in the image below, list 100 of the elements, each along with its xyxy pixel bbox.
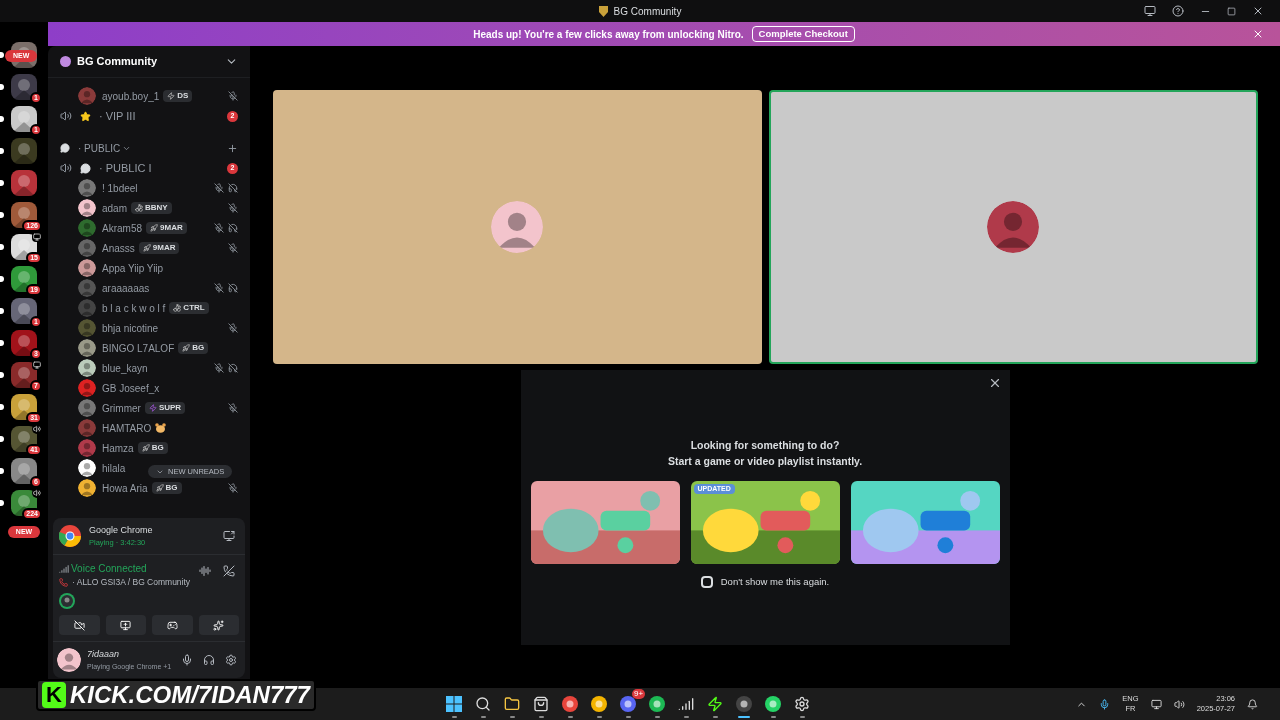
server-icon bbox=[60, 56, 71, 67]
folder-icon[interactable] bbox=[504, 696, 521, 712]
role-tag: CTRL bbox=[169, 302, 209, 314]
video-tile[interactable] bbox=[768, 90, 1258, 364]
member-name[interactable]: b l a c k w o l f bbox=[102, 300, 166, 316]
member-name[interactable]: blue_kayn bbox=[102, 360, 148, 376]
screen-share-icon bbox=[120, 619, 132, 631]
popup-subheading: Start a game or video playlist instantly. bbox=[667, 453, 863, 469]
phone-icon bbox=[59, 578, 68, 588]
app-icon[interactable] bbox=[591, 696, 608, 712]
member-name[interactable]: HAMTARO bbox=[102, 420, 152, 436]
video-tile[interactable] bbox=[272, 90, 762, 364]
sparkles-icon bbox=[213, 619, 225, 631]
member-name[interactable]: Akram58 bbox=[102, 220, 142, 236]
camera-button[interactable] bbox=[59, 615, 100, 635]
member-name[interactable]: hilala bbox=[102, 460, 126, 476]
rocket-icon bbox=[150, 224, 158, 232]
camera-off-icon bbox=[73, 619, 85, 631]
shield-icon bbox=[598, 5, 608, 17]
role-tag: BBNY bbox=[131, 202, 172, 214]
rocket-icon bbox=[142, 244, 151, 252]
member-name[interactable]: ! 1bdeel bbox=[102, 180, 138, 196]
cherry-icon bbox=[173, 304, 182, 312]
speaker-icon bbox=[60, 162, 72, 174]
rocket-icon bbox=[155, 484, 164, 492]
network-icon[interactable] bbox=[1150, 698, 1162, 710]
role-tag: BG bbox=[137, 442, 168, 454]
volume-icon[interactable] bbox=[1173, 698, 1185, 710]
overlay-text: KICK.COM/7IDAN777 bbox=[69, 682, 310, 708]
category-name[interactable]: · PUBLIC bbox=[78, 140, 121, 156]
notification-badge: 9+ bbox=[632, 689, 646, 699]
bolt-icon[interactable] bbox=[707, 696, 724, 712]
windows-icon[interactable] bbox=[446, 696, 463, 712]
role-tag: BG bbox=[151, 482, 182, 494]
member-name[interactable]: Howa Aria bbox=[102, 480, 148, 496]
kick-logo: K bbox=[42, 682, 66, 708]
rocket-icon bbox=[141, 444, 150, 452]
member-name[interactable]: bhja nicotine bbox=[102, 320, 159, 336]
checkbox[interactable] bbox=[700, 575, 713, 588]
cherry-icon bbox=[135, 204, 143, 212]
mic-icon[interactable] bbox=[1099, 698, 1111, 710]
screen-share-button[interactable] bbox=[105, 615, 146, 635]
role-tag: SUPR bbox=[144, 402, 186, 414]
signal-icon bbox=[59, 563, 69, 574]
app-icon[interactable] bbox=[736, 696, 753, 712]
hamster-icon bbox=[155, 423, 167, 433]
member-name[interactable]: ayoub.boy_1 bbox=[102, 88, 160, 104]
role-tag: BG bbox=[178, 342, 209, 354]
voice-status: Voice Connected bbox=[71, 562, 147, 577]
app-icon[interactable] bbox=[765, 696, 782, 712]
rocket-icon bbox=[182, 344, 191, 352]
role-tag: DS bbox=[163, 90, 193, 102]
bolt-icon bbox=[167, 92, 176, 100]
member-name[interactable]: adam bbox=[102, 200, 127, 216]
soundboard-button[interactable] bbox=[198, 615, 239, 635]
username: 7idaaan bbox=[87, 648, 121, 661]
channel-name[interactable]: · VIP III bbox=[99, 107, 136, 125]
checkbox-label: Don't show me this again. bbox=[720, 574, 830, 589]
screen-share-icon[interactable] bbox=[223, 529, 235, 542]
disconnect-icon[interactable] bbox=[223, 565, 235, 578]
role-tag: 9MAR bbox=[146, 222, 187, 234]
help-icon[interactable] bbox=[1172, 5, 1184, 17]
close-icon[interactable] bbox=[1252, 5, 1264, 17]
noise-icon[interactable] bbox=[199, 565, 211, 578]
store-icon[interactable] bbox=[533, 696, 550, 712]
app-icon[interactable] bbox=[562, 696, 579, 712]
app-icon[interactable] bbox=[649, 696, 666, 712]
gamepad-icon bbox=[166, 619, 178, 631]
window-title: BG Community bbox=[613, 4, 682, 19]
member-name[interactable]: Hamza bbox=[102, 440, 134, 456]
star-icon bbox=[80, 110, 91, 122]
channel-name[interactable]: · PUBLIC I bbox=[99, 159, 152, 177]
settings-icon[interactable] bbox=[225, 654, 237, 666]
app-icon[interactable] bbox=[620, 696, 637, 712]
close-icon[interactable] bbox=[1252, 28, 1264, 40]
add-icon[interactable] bbox=[227, 142, 238, 154]
notification-icon[interactable] bbox=[1247, 698, 1258, 710]
speaker-icon bbox=[60, 110, 72, 122]
popup-heading: Looking for something to do? bbox=[690, 438, 840, 453]
signal-icon[interactable] bbox=[678, 696, 695, 712]
activity-name: Google Chrome bbox=[89, 523, 153, 537]
search-icon[interactable] bbox=[475, 696, 492, 712]
mic-icon[interactable] bbox=[181, 654, 193, 666]
member-name[interactable]: araaaaaas bbox=[102, 280, 150, 296]
settings-icon[interactable] bbox=[794, 696, 811, 712]
headphones-icon[interactable] bbox=[203, 654, 215, 666]
member-name[interactable]: Appa Yiip Yiip bbox=[102, 260, 164, 276]
member-name[interactable]: GB Joseef_x bbox=[102, 380, 160, 396]
checkout-button[interactable]: Complete Checkout bbox=[751, 26, 855, 42]
member-name[interactable]: Grimmer bbox=[102, 400, 141, 416]
server-name[interactable]: BG Community bbox=[77, 53, 158, 70]
chat-icon bbox=[80, 162, 91, 174]
maximize-icon[interactable] bbox=[1227, 6, 1236, 16]
member-name[interactable]: BINGO L7ALOF bbox=[102, 340, 175, 356]
member-name[interactable]: Anasss bbox=[102, 240, 135, 256]
chat-icon bbox=[60, 143, 70, 153]
chrome-icon bbox=[59, 524, 81, 547]
role-tag: 9MAR bbox=[138, 242, 180, 254]
activities-button[interactable] bbox=[152, 615, 193, 635]
voice-channel[interactable]: · ALLO GSI3A / BG Community bbox=[72, 576, 191, 589]
